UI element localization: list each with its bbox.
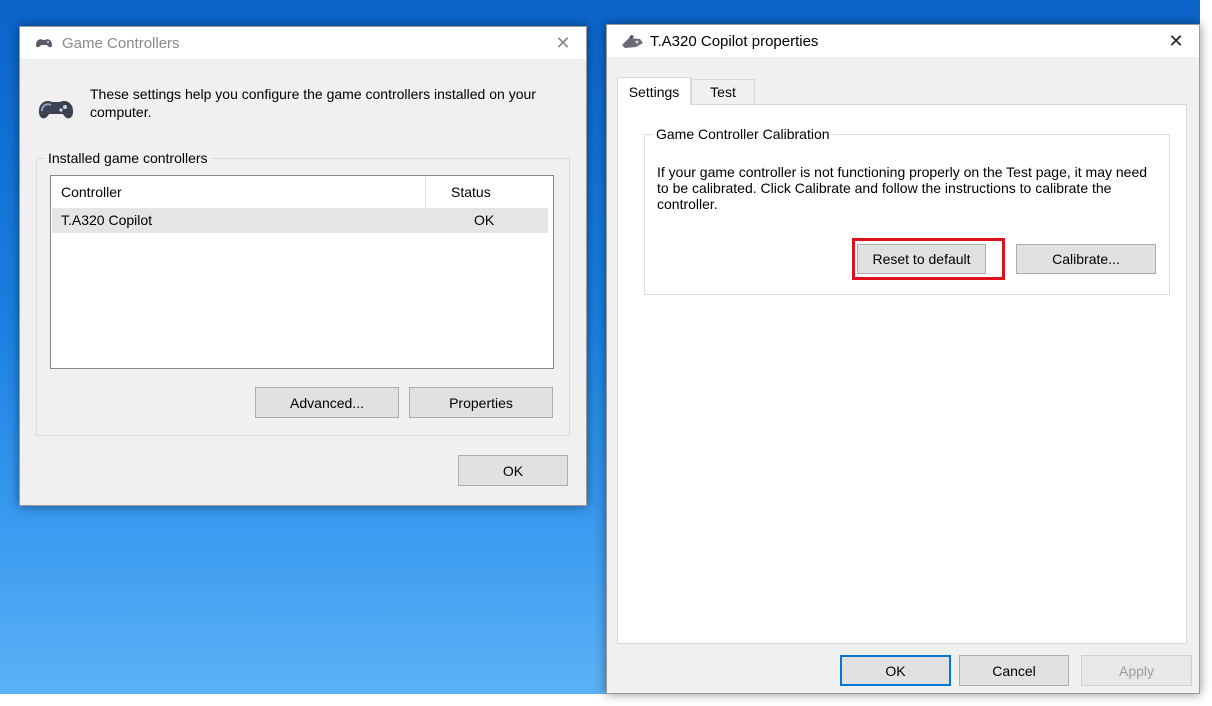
tab-test[interactable]: Test <box>691 79 755 105</box>
column-header-controller[interactable]: Controller <box>61 184 122 200</box>
controller-properties-window: T.A320 Copilot properties ✕ Settings Tes… <box>606 24 1200 694</box>
close-button[interactable]: ✕ <box>1153 25 1199 57</box>
properties-button[interactable]: Properties <box>409 387 553 418</box>
cancel-button[interactable]: Cancel <box>959 655 1069 686</box>
screen-right-edge <box>1200 0 1212 706</box>
joystick-icon <box>620 34 644 53</box>
group-label: Installed game controllers <box>45 150 211 166</box>
gamepad-icon <box>36 93 76 126</box>
tab-label: Test <box>710 84 736 100</box>
gamepad-icon <box>34 36 54 53</box>
ok-button[interactable]: OK <box>840 655 951 686</box>
column-divider[interactable] <box>425 176 426 208</box>
close-icon: ✕ <box>1168 30 1184 51</box>
tab-label: Settings <box>628 83 680 100</box>
title-bar[interactable]: T.A320 Copilot properties ✕ <box>607 25 1199 57</box>
calibration-instructions: If your game controller is not functioni… <box>657 164 1148 212</box>
table-row[interactable]: T.A320 Copilot OK <box>52 208 548 233</box>
ok-button[interactable]: OK <box>458 455 568 486</box>
list-header: Controller Status <box>51 176 553 208</box>
settings-tab-panel: Game Controller Calibration If your game… <box>617 104 1187 644</box>
column-header-status[interactable]: Status <box>451 184 491 200</box>
controller-status: OK <box>474 212 495 228</box>
window-title: Game Controllers <box>62 35 180 52</box>
close-button[interactable]: ✕ <box>540 27 586 59</box>
close-icon: ✕ <box>555 32 571 53</box>
screen-bottom-edge <box>0 694 1212 706</box>
group-label: Game Controller Calibration <box>653 126 833 142</box>
controllers-list[interactable]: Controller Status T.A320 Copilot OK <box>50 175 554 369</box>
controller-name: T.A320 Copilot <box>61 212 153 228</box>
description-text: These settings help you configure the ga… <box>90 86 536 120</box>
apply-button[interactable]: Apply <box>1081 655 1192 686</box>
window-title: T.A320 Copilot properties <box>650 33 819 50</box>
title-bar[interactable]: Game Controllers ✕ <box>20 27 586 59</box>
advanced-button[interactable]: Advanced... <box>255 387 399 418</box>
game-controllers-window: Game Controllers ✕ These settings help y… <box>19 26 587 506</box>
calibrate-button[interactable]: Calibrate... <box>1016 244 1156 274</box>
reset-button-highlight <box>852 238 1005 280</box>
tab-settings[interactable]: Settings <box>617 77 691 105</box>
